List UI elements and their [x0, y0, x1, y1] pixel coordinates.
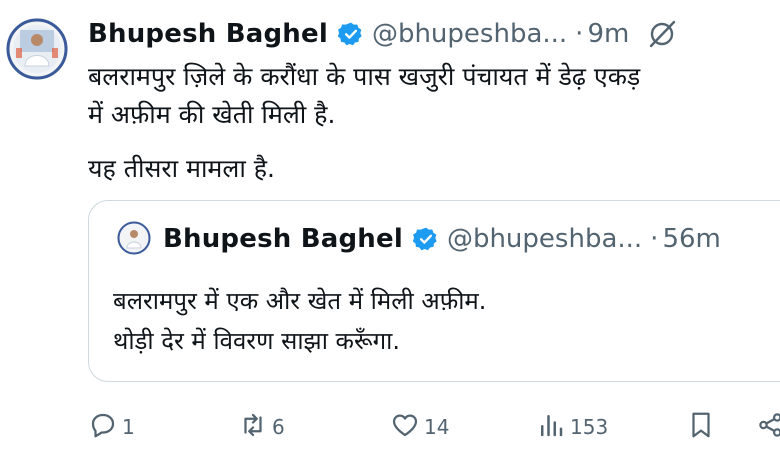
tweet-timestamp[interactable]: 9m: [587, 19, 629, 49]
reply-icon: [88, 410, 118, 445]
quoted-tweet-text: बलरामपुर में एक और खेत में मिली अफ़ीम. थ…: [113, 281, 486, 361]
tweet-text: बलरामपुर ज़िले के करौंधा के पास खजुरी पं…: [88, 58, 780, 188]
views-icon: [536, 410, 566, 445]
views-count: 153: [570, 415, 609, 439]
tweet-text-line: में अफ़ीम की खेती मिली है.: [88, 100, 336, 129]
author-avatar[interactable]: [6, 18, 68, 80]
quoted-author-avatar: [117, 221, 151, 255]
verified-badge-icon: [412, 226, 439, 252]
repost-button[interactable]: 6: [238, 402, 285, 452]
quoted-text-line: थोड़ी देर में विवरण साझा करूँगा.: [113, 327, 400, 355]
tweet-text-line: यह तीसरा मामला है.: [88, 154, 275, 183]
share-icon: [756, 410, 780, 445]
tweet-text-line: बलरामपुर ज़िले के करौंधा के पास खजुरी पं…: [88, 62, 641, 91]
quoted-text-line: बलरामपुर में एक और खेत में मिली अफ़ीम.: [113, 287, 487, 315]
reply-button[interactable]: 1: [88, 402, 135, 452]
reply-count: 1: [122, 415, 135, 439]
bookmark-button[interactable]: [686, 402, 716, 452]
tweet-header: Bhupesh Baghel @bhupeshba... · 9m: [88, 14, 677, 54]
repost-count: 6: [272, 415, 285, 439]
like-count: 14: [424, 415, 450, 439]
like-button[interactable]: 14: [390, 402, 449, 452]
verified-badge-icon: [337, 21, 364, 47]
like-icon: [390, 410, 420, 445]
quoted-tweet-header: Bhupesh Baghel @bhupeshba... · 56m: [163, 219, 721, 259]
author-name[interactable]: Bhupesh Baghel: [88, 19, 328, 49]
tweet-action-bar: 1 6 14 153: [88, 402, 780, 452]
quoted-tweet-timestamp: 56m: [662, 224, 721, 254]
separator-dot: ·: [575, 19, 584, 49]
quoted-tweet-card[interactable]: Bhupesh Baghel @bhupeshba... · 56m बलराम…: [88, 200, 780, 382]
grok-icon[interactable]: [647, 19, 677, 49]
share-button[interactable]: [756, 402, 780, 452]
bookmark-icon: [686, 410, 716, 445]
author-handle[interactable]: @bhupeshba...: [372, 19, 567, 49]
quoted-author-name: Bhupesh Baghel: [163, 224, 403, 254]
separator-dot: ·: [650, 224, 659, 254]
views-button[interactable]: 153: [536, 402, 608, 452]
repost-icon: [238, 410, 268, 445]
quoted-author-handle: @bhupeshba...: [446, 224, 643, 254]
